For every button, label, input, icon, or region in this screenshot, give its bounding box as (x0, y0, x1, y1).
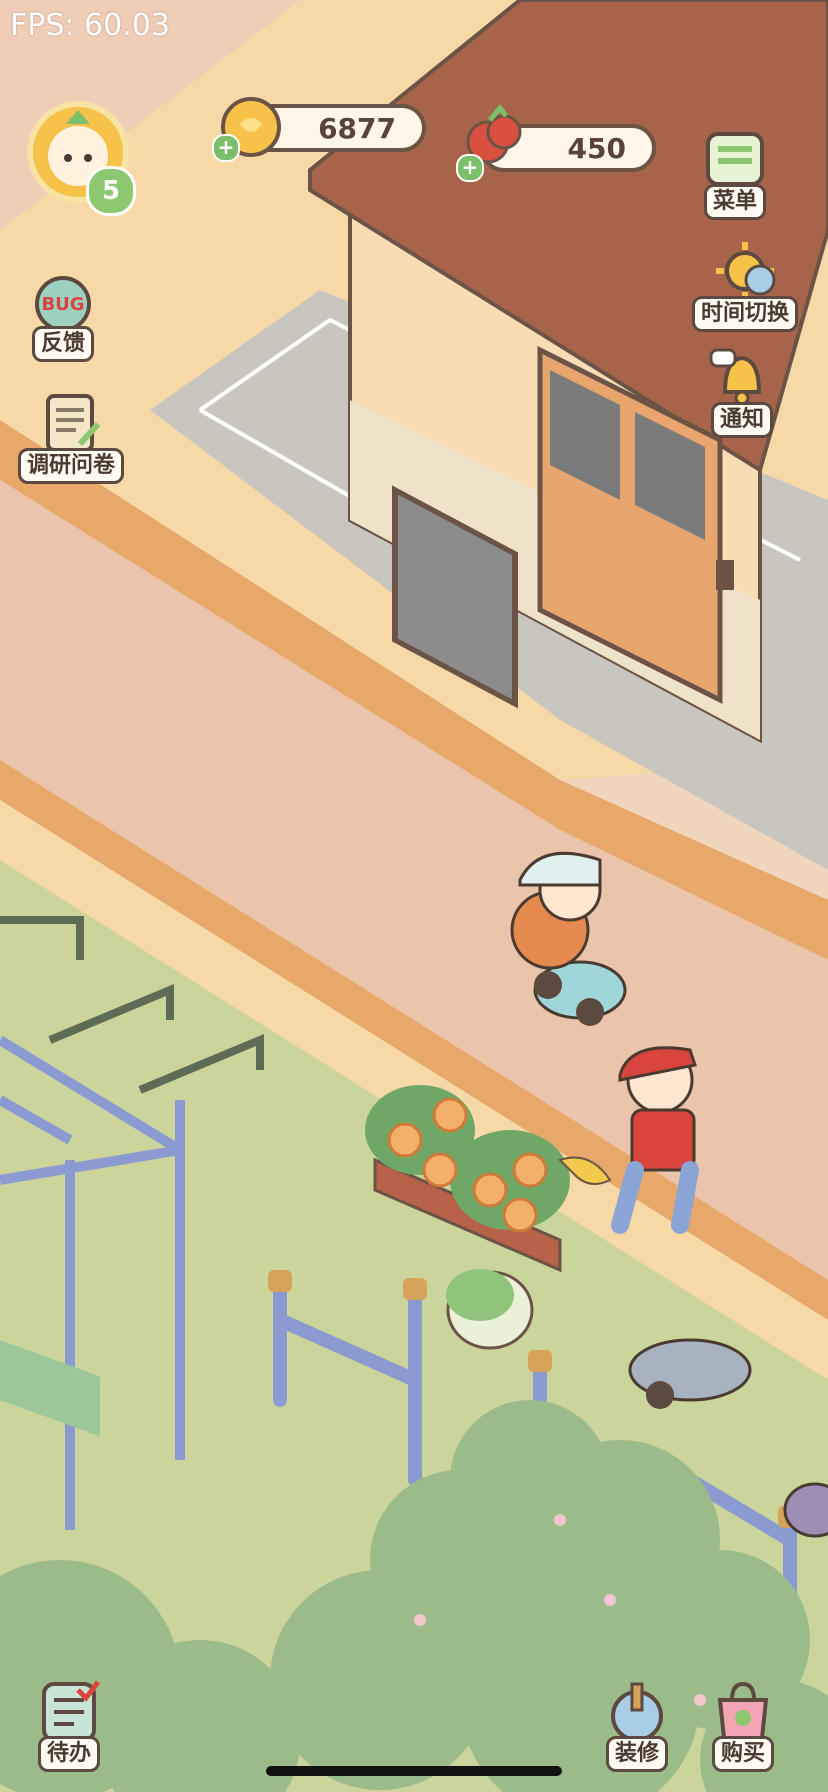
menu-button[interactable]: 菜单 (700, 124, 770, 220)
fps-counter: FPS: 60.03 (10, 8, 170, 43)
menu-label: 菜单 (703, 184, 766, 220)
notice-button[interactable]: 通知 (707, 342, 777, 438)
add-coins-button[interactable]: + (212, 134, 240, 162)
produce-value: 450 (567, 131, 626, 165)
todo-label: 待办 (37, 1736, 100, 1772)
add-produce-button[interactable]: + (456, 154, 484, 182)
level-value: 5 (101, 176, 121, 206)
coin-counter[interactable]: 6877 + (212, 97, 426, 162)
survey-label: 调研问卷 (18, 448, 125, 484)
produce-counter[interactable]: 450 + (456, 103, 656, 182)
home-indicator[interactable] (266, 1766, 562, 1776)
buy-label: 购买 (711, 1736, 774, 1772)
svg-text:BUG: BUG (41, 294, 84, 315)
coin-value: 6877 (318, 111, 396, 145)
notice-label: 通知 (710, 402, 773, 438)
cabbage-critter (446, 1269, 534, 1350)
todo-button[interactable]: 待办 (34, 1676, 104, 1772)
player-avatar[interactable]: 5 (26, 100, 136, 216)
time-switch-label: 时间切换 (692, 296, 799, 332)
time-switch-button[interactable]: 时间切换 (692, 236, 799, 332)
survey-button[interactable]: 调研问卷 (18, 388, 125, 484)
feedback-label: 反馈 (31, 326, 94, 362)
decorate-button[interactable]: 装修 (602, 1676, 672, 1772)
buy-button[interactable]: 购买 (708, 1676, 778, 1772)
level-badge: 5 (86, 166, 136, 216)
feedback-button[interactable]: BUG 反馈 (28, 266, 98, 362)
decorate-label: 装修 (605, 1736, 668, 1772)
